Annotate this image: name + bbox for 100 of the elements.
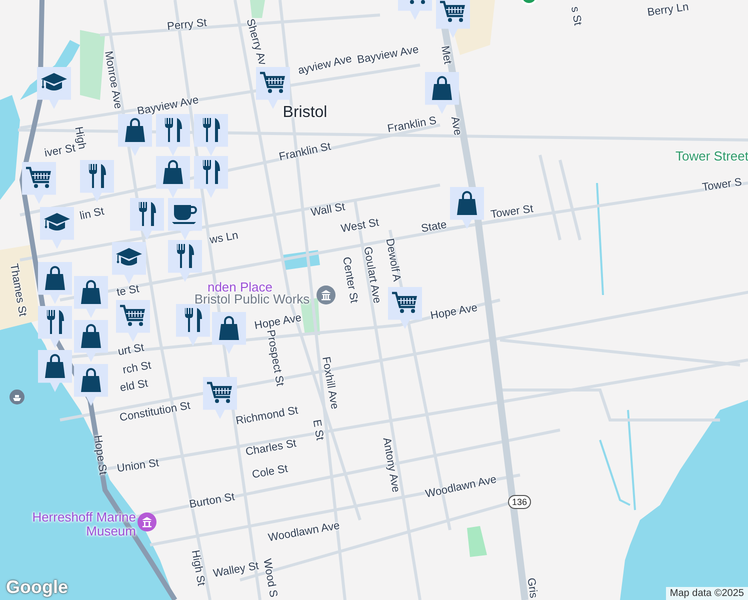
shopping-bag-pin[interactable] [74, 276, 108, 318]
shopping-bag-pin[interactable] [425, 72, 459, 114]
cart-icon [206, 381, 234, 405]
street-label: Hope St [91, 434, 109, 476]
shopping-bag-icon [455, 190, 479, 216]
shopping-bag-pin[interactable] [118, 114, 152, 156]
fork-knife-icon [200, 117, 222, 143]
street-label: te St [116, 283, 140, 299]
cart-icon [439, 0, 467, 24]
street-label: Center St [340, 256, 360, 304]
street-label: iver St [44, 142, 76, 160]
shopping-bag-icon [79, 367, 103, 393]
street-label: Bayview Ave [356, 44, 420, 66]
graduation-cap-pin[interactable] [40, 207, 74, 249]
street-label: Wood S [260, 558, 280, 598]
cart-pin[interactable] [116, 300, 150, 342]
street-label: Dewolf A [383, 238, 403, 282]
street-label: eld St [119, 378, 149, 394]
fork-knife-icon [86, 163, 108, 189]
shopping-bag-pin[interactable] [74, 364, 108, 406]
shopping-bag-icon [43, 353, 67, 379]
cart-icon [119, 304, 147, 328]
government-building-icon[interactable] [316, 285, 336, 305]
fork-knife-pin[interactable] [168, 240, 202, 282]
street-label: Ave [448, 116, 464, 136]
street-label: High St [188, 549, 208, 587]
shopping-bag-pin[interactable] [74, 320, 108, 362]
city-label: Bristol [282, 104, 328, 122]
street-label: Antony Ave [380, 436, 402, 494]
shopping-bag-icon [217, 315, 241, 341]
shopping-bag-pin[interactable] [212, 312, 246, 354]
street-label: Berry Ln [646, 1, 690, 19]
graduation-cap-pin[interactable] [112, 242, 146, 284]
shopping-bag-icon [79, 323, 103, 349]
shopping-bag-pin[interactable] [450, 187, 484, 229]
museum-icon[interactable] [137, 512, 157, 532]
shopping-bag-icon [430, 75, 454, 101]
street-label: Tower S [701, 176, 743, 194]
street-label: Perry St [166, 16, 208, 34]
cart-icon [25, 166, 53, 190]
shopping-bag-icon [43, 265, 67, 291]
street-label: Wall St [310, 201, 346, 219]
shopping-bag-icon [79, 279, 103, 305]
street-label: State [420, 218, 448, 236]
street-label: Richmond St [234, 404, 300, 428]
street-label: Union St [116, 457, 160, 475]
cart-icon [391, 291, 419, 315]
coffee-cup-pin[interactable] [168, 198, 202, 240]
shopping-bag-pin[interactable] [38, 262, 72, 304]
fork-knife-pin[interactable] [194, 114, 228, 156]
street-label: Bayview Ave [136, 94, 200, 118]
shopping-bag-pin[interactable] [156, 156, 190, 198]
street-label: Sherry Av [244, 18, 268, 66]
fork-knife-pin[interactable] [80, 160, 114, 202]
fork-knife-pin[interactable] [38, 306, 72, 348]
street-label: Tower St [490, 203, 534, 221]
street-label: Burton St [188, 491, 236, 511]
street-label: Woodlawn Ave [424, 474, 498, 500]
street-label: Foxhill Ave [320, 356, 340, 410]
route-shield: 136 [508, 495, 532, 509]
place-label: Bristol Public Works [194, 292, 310, 306]
fork-knife-icon [44, 309, 66, 335]
street-label: Thames St [7, 262, 29, 318]
street-label: Monroe Ave [102, 50, 124, 110]
fork-knife-pin[interactable] [130, 198, 164, 240]
street-label: lin St [78, 206, 106, 222]
fork-knife-icon [174, 243, 196, 269]
street-label: Franklin St [278, 140, 332, 164]
park-area [467, 526, 487, 557]
fork-knife-pin[interactable] [156, 114, 190, 156]
street-label: ayview Ave [296, 52, 354, 78]
street-label: Walley St [212, 560, 260, 580]
cart-pin[interactable] [203, 377, 237, 419]
graduation-cap-pin[interactable] [37, 67, 71, 109]
google-logo: Google [6, 577, 68, 598]
fork-knife-pin[interactable] [176, 304, 210, 346]
street-label: Prospect St [264, 328, 286, 388]
cart-pin[interactable] [388, 287, 422, 329]
street-label: Charles St [244, 438, 298, 458]
street-label: Franklin S [386, 114, 438, 136]
street-label: Goulart Ave [361, 246, 383, 304]
street-label: Hope Ave [430, 302, 478, 322]
ferry-icon[interactable] [9, 389, 25, 405]
fork-knife-icon [162, 117, 184, 143]
cart-pin[interactable] [22, 162, 56, 204]
park-area [250, 0, 265, 18]
street-label: ws Ln [208, 230, 240, 246]
street-label: West St [340, 216, 380, 236]
fork-knife-icon [200, 159, 222, 185]
cart-icon [259, 71, 287, 95]
shopping-bag-icon [123, 117, 147, 143]
street-label: E St [310, 418, 326, 442]
street-label: s St [568, 6, 584, 26]
fork-knife-icon [182, 307, 204, 333]
map-attribution: Map data ©2025 [666, 587, 748, 600]
street-label: Constitution St [118, 400, 192, 424]
street-label: Woodlawn Ave [267, 520, 341, 544]
place-label: Herreshoff Marine Museum [31, 510, 136, 538]
fork-knife-pin[interactable] [194, 156, 228, 198]
shopping-bag-icon [161, 159, 185, 185]
